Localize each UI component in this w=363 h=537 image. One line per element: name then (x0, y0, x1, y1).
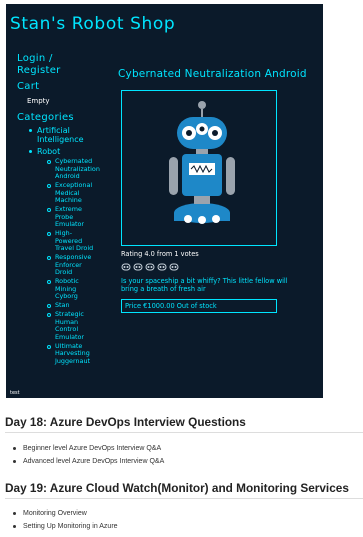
product-detail: Cybernated Neutralization Android Rating… (118, 68, 318, 313)
list-item-link[interactable]: Setting Up Monitoring in Azure (11, 522, 118, 531)
section-heading-day-18: Day 18: Azure DevOps Interview Questions (5, 415, 246, 429)
product-rating: Rating 4.0 from 1 votes (121, 250, 199, 258)
vote-buttons (121, 262, 318, 272)
robot-product-list: Cybernated Neutralization Android Except… (45, 157, 117, 366)
product-description: Is your spaceship a bit whiffy? This lit… (121, 277, 288, 293)
category-label: Robot (37, 147, 61, 156)
shop-sidebar: Login / Register Cart Empty Categories A… (17, 53, 117, 367)
robot-head-icon[interactable] (121, 262, 131, 272)
section-heading-day-19: Day 19: Azure Cloud Watch(Monitor) and M… (5, 481, 349, 495)
product-image (121, 90, 277, 246)
footer-tag: test (10, 390, 20, 396)
product-link[interactable]: Stan (45, 301, 117, 310)
product-link[interactable]: Responsive Enforcer Droid (45, 253, 95, 277)
category-label: Artificial Intelligence (37, 126, 84, 144)
product-link[interactable]: Strategic Human Control Emulator (45, 310, 89, 341)
list-item-link[interactable]: Beginner level Azure DevOps Interview Q&… (11, 444, 164, 453)
product-link[interactable]: Exceptional Medical Machine (45, 181, 93, 205)
product-name: Cybernated Neutralization Android (118, 68, 307, 80)
robot-head-icon[interactable] (133, 262, 143, 272)
robot-head-icon[interactable] (145, 262, 155, 272)
list-item-link[interactable]: Advanced level Azure DevOps Interview Q&… (11, 457, 164, 466)
category-item-robot[interactable]: Robot Cybernated Neutralization Android … (27, 147, 117, 365)
shop-title: Stan's Robot Shop (10, 14, 176, 34)
categories-heading: Categories (17, 112, 74, 123)
section-list-day-18: Beginner level Azure DevOps Interview Q&… (11, 444, 164, 470)
price-stock-box: Price €1000.00 Out of stock (121, 299, 277, 313)
robot-illustration (169, 101, 235, 224)
robot-shop-screenshot: Stan's Robot Shop Login / Register Cart … (6, 4, 323, 398)
product-link[interactable]: High-Powered Travel Droid (45, 229, 95, 253)
category-item-artificial-intelligence[interactable]: Artificial Intelligence (27, 126, 117, 144)
section-list-day-19: Monitoring Overview Setting Up Monitorin… (11, 509, 118, 535)
product-link[interactable]: Extreme Probe Emulator (45, 205, 93, 229)
robot-head-icon[interactable] (157, 262, 167, 272)
heading-divider (5, 432, 363, 433)
list-item-link[interactable]: Monitoring Overview (11, 509, 118, 518)
product-link[interactable]: Cybernated Neutralization Android (45, 157, 101, 181)
heading-divider (5, 498, 363, 499)
cart-link[interactable]: Cart (17, 81, 117, 93)
category-list: Artificial Intelligence Robot Cybernated… (27, 126, 117, 365)
robot-head-icon[interactable] (169, 262, 179, 272)
product-link[interactable]: Robotic Mining Cyborg (45, 277, 89, 301)
login-register-link[interactable]: Login / Register (17, 53, 69, 77)
product-link[interactable]: Ultimate Harvesting Juggernaut (45, 342, 97, 366)
cart-status: Empty (27, 97, 50, 105)
